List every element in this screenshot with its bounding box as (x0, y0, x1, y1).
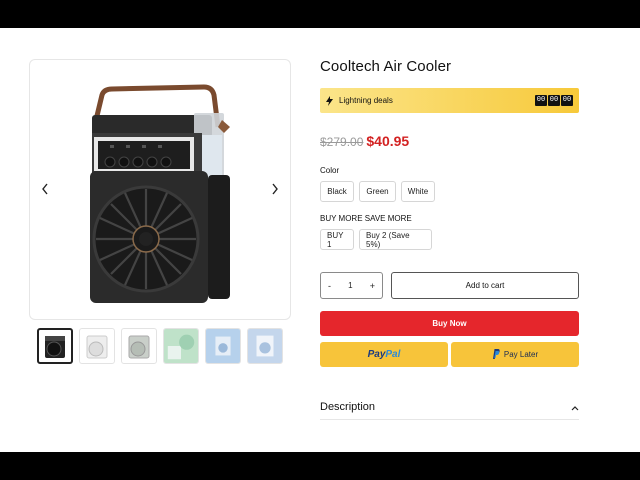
thumbnail-strip (37, 328, 283, 364)
air-cooler-image (90, 84, 230, 303)
color-label: Color (320, 166, 340, 175)
price-row: $279.00 $40.95 (320, 133, 409, 149)
thumbnail-black-cooler[interactable] (37, 328, 73, 364)
color-option-green[interactable]: Green (359, 181, 396, 202)
product-title: Cooltech Air Cooler (320, 58, 452, 75)
chevron-right-icon[interactable] (267, 180, 283, 198)
product-page: Cooltech Air Cooler Lightning deals 00 0… (0, 28, 640, 452)
increase-quantity-button[interactable]: + (370, 281, 375, 291)
bundle-option-buy-2[interactable]: Buy 2 (Save 5%) (359, 229, 432, 250)
paypal-button[interactable]: Pay Pal (320, 342, 448, 367)
color-options: Black Green White (320, 181, 435, 202)
add-to-cart-button[interactable]: Add to cart (391, 272, 579, 299)
color-option-black[interactable]: Black (320, 181, 354, 202)
sale-price: $40.95 (366, 133, 410, 149)
thumbnail-blue-scene[interactable] (205, 328, 241, 364)
lightning-deals-banner: Lightning deals 00 00 00 (320, 88, 579, 113)
timer-minutes: 00 (548, 95, 560, 106)
countdown-timer: 00 00 00 (535, 95, 573, 106)
buy-now-button[interactable]: Buy Now (320, 311, 579, 336)
quantity-value[interactable]: 1 (348, 281, 352, 290)
lightning-deals-label: Lightning deals (339, 96, 393, 105)
thumbnail-gray-cooler[interactable] (121, 328, 157, 364)
original-price: $279.00 (320, 135, 364, 149)
quantity-stepper: - 1 + (320, 272, 383, 299)
paypal-icon (492, 348, 500, 361)
pay-later-button[interactable]: Pay Later (451, 342, 579, 367)
decrease-quantity-button[interactable]: - (328, 281, 331, 291)
main-product-image (29, 59, 291, 320)
lightning-icon (326, 95, 333, 106)
thumbnail-green-scene[interactable] (163, 328, 199, 364)
thumbnail-white-cooler[interactable] (79, 328, 115, 364)
bundle-option-buy-1[interactable]: BUY 1 (320, 229, 354, 250)
paypal-logo-pal: Pal (385, 349, 401, 360)
bundle-label: BUY MORE SAVE MORE (320, 214, 412, 223)
chevron-up-icon (571, 398, 579, 416)
timer-hours: 00 (535, 95, 547, 106)
color-option-white[interactable]: White (401, 181, 435, 202)
bundle-options: BUY 1 Buy 2 (Save 5%) (320, 229, 432, 250)
paypal-logo-pay: Pay (367, 349, 386, 360)
timer-seconds: 00 (561, 95, 573, 106)
description-accordion[interactable]: Description (320, 394, 579, 420)
pay-later-label: Pay Later (503, 350, 539, 359)
description-title: Description (320, 400, 376, 413)
thumbnail-blue-scene-2[interactable] (247, 328, 283, 364)
chevron-left-icon[interactable] (37, 180, 53, 198)
